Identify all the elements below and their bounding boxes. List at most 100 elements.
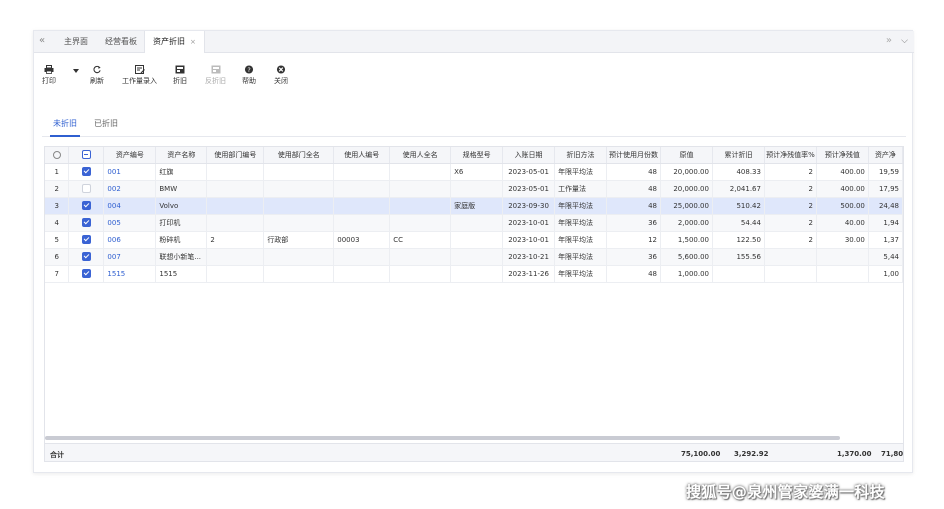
- refresh-button[interactable]: 刷新: [90, 65, 104, 86]
- reverse-depreciate-button[interactable]: 反折旧: [205, 65, 226, 86]
- column-header[interactable]: 预计净残值: [816, 147, 869, 164]
- sub-tabs: 未折旧 已折旧: [42, 113, 906, 137]
- depreciate-button[interactable]: 折旧: [173, 65, 187, 86]
- dept-name-cell: 行政部: [263, 231, 335, 249]
- chevron-down-icon[interactable]: ⌵: [901, 36, 908, 46]
- row-number: 1: [45, 163, 70, 181]
- row-number: 5: [45, 231, 70, 249]
- row-checkbox[interactable]: [81, 201, 91, 210]
- spec-cell: [450, 265, 504, 283]
- column-header[interactable]: 使用人全名: [389, 147, 452, 164]
- tab-home[interactable]: 主界面: [56, 31, 96, 53]
- row-checkbox[interactable]: [81, 167, 91, 176]
- row-checkbox-cell[interactable]: [68, 163, 105, 181]
- spec-cell: 家庭版: [450, 197, 504, 215]
- table-row[interactable]: 7 1515 1515 2023-11-26 年限平均法 48 1,000.00: [45, 265, 903, 283]
- column-header[interactable]: 折旧方法: [554, 147, 608, 164]
- asset-code-link[interactable]: 004: [103, 197, 157, 215]
- dept-name-cell: [263, 265, 335, 283]
- column-header[interactable]: 资产净: [868, 147, 903, 164]
- asset-code-link[interactable]: 007: [103, 248, 157, 266]
- row-checkbox-cell[interactable]: [68, 214, 105, 232]
- column-header[interactable]: 规格型号: [450, 147, 504, 164]
- spec-cell: [450, 180, 504, 198]
- total-net-value: 71,80: [881, 450, 904, 458]
- row-checkbox[interactable]: [81, 218, 91, 227]
- dept-code-cell: [206, 163, 265, 181]
- double-chevron-left-icon[interactable]: «: [39, 35, 45, 46]
- original-value-cell: 1,000.00: [660, 265, 713, 283]
- tab-depreciated[interactable]: 已折旧: [91, 118, 121, 137]
- row-checkbox[interactable]: [81, 235, 91, 244]
- asset-code-link[interactable]: 001: [103, 163, 157, 181]
- column-header[interactable]: 入账日期: [502, 147, 556, 164]
- net-value-cell: 5,44: [868, 248, 903, 266]
- months-cell: 48: [606, 163, 662, 181]
- asset-name-cell: Volvo: [155, 197, 208, 215]
- totals-label: 合计: [50, 451, 64, 459]
- close-tab-icon[interactable]: ×: [190, 38, 196, 46]
- help-button[interactable]: ? 帮助: [242, 65, 256, 86]
- table-row[interactable]: 2 002 BMW 2023-05-01 工作量法 48 20,000.00 2…: [45, 180, 903, 198]
- workload-entry-button[interactable]: 工作量录入: [122, 65, 157, 86]
- method-cell: 年限平均法: [554, 163, 608, 181]
- column-header[interactable]: 累计折旧: [712, 147, 765, 164]
- original-value-cell: 2,000.00: [660, 214, 713, 232]
- row-checkbox-cell[interactable]: [68, 180, 105, 198]
- method-cell: 年限平均法: [554, 231, 608, 249]
- column-header[interactable]: 使用部门编号: [206, 147, 265, 164]
- asset-code-link[interactable]: 1515: [103, 265, 157, 283]
- row-checkbox-cell[interactable]: [68, 248, 105, 266]
- refresh-icon: [93, 65, 101, 74]
- row-checkbox-cell[interactable]: [68, 231, 105, 249]
- column-header[interactable]: 预计使用月份数: [606, 147, 662, 164]
- row-checkbox-cell[interactable]: [68, 265, 105, 283]
- row-checkbox[interactable]: [81, 184, 91, 193]
- tab-dashboard[interactable]: 经营看板: [97, 31, 145, 53]
- print-dropdown-caret-icon[interactable]: [73, 69, 79, 73]
- table-row[interactable]: 6 007 联想小新笔... 2023-10-21 年限平均法 36 5,600…: [45, 248, 903, 266]
- table-row[interactable]: 3 004 Volvo 家庭版 2023-09-30 年限平均法 48 25,0…: [45, 197, 903, 215]
- print-button[interactable]: 打印: [42, 65, 56, 86]
- row-checkbox[interactable]: [81, 269, 91, 278]
- asset-code-link[interactable]: 005: [103, 214, 157, 232]
- column-header[interactable]: 预计净残值率%: [764, 147, 817, 164]
- gear-icon[interactable]: [52, 150, 61, 159]
- row-checkbox-cell[interactable]: [68, 197, 105, 215]
- table-row[interactable]: 1 001 红旗 X6 2023-05-01 年限平均法 48 20,000.0…: [45, 163, 903, 181]
- dept-name-cell: [263, 248, 335, 266]
- help-icon: ?: [244, 65, 254, 74]
- column-header[interactable]: 资产编号: [103, 147, 157, 164]
- row-number: 2: [45, 180, 70, 198]
- horizontal-scrollbar[interactable]: [45, 436, 840, 440]
- tab-not-depreciated[interactable]: 未折旧: [50, 118, 80, 137]
- column-header[interactable]: 资产名称: [155, 147, 208, 164]
- table-row[interactable]: 5 006 粉碎机 2 行政部 00003 CC 2023-10-01 年限平均…: [45, 231, 903, 249]
- dept-code-cell: [206, 265, 265, 283]
- dept-name-cell: [263, 180, 335, 198]
- close-button[interactable]: 关闭: [274, 65, 288, 86]
- accum-depreciation-cell: 155.56: [712, 248, 765, 266]
- accum-depreciation-cell: 122.50: [712, 231, 765, 249]
- residual-value-cell: 400.00: [816, 163, 869, 181]
- column-header[interactable]: 使用人编号: [333, 147, 391, 164]
- select-all-cell[interactable]: [68, 147, 105, 164]
- table-row[interactable]: 4 005 打印机 2023-10-01 年限平均法 36 2,000.00 5…: [45, 214, 903, 232]
- app-window: « 主界面 经营看板 资产折旧 × » ⌵ 打印 刷新 工作量录入 折旧 反折旧 …: [33, 30, 914, 473]
- tab-asset-depreciation[interactable]: 资产折旧 ×: [144, 31, 205, 53]
- accum-depreciation-cell: 54.44: [712, 214, 765, 232]
- asset-code-link[interactable]: 002: [103, 180, 157, 198]
- net-value-cell: 1,94: [868, 214, 903, 232]
- months-cell: 48: [606, 265, 662, 283]
- row-checkbox[interactable]: [81, 252, 91, 261]
- user-code-cell: 00003: [333, 231, 391, 249]
- asset-name-cell: 1515: [155, 265, 208, 283]
- asset-code-link[interactable]: 006: [103, 231, 157, 249]
- column-settings-cell[interactable]: [45, 147, 70, 164]
- select-all-checkbox[interactable]: [81, 150, 91, 160]
- double-chevron-right-icon[interactable]: »: [886, 35, 892, 46]
- column-header[interactable]: 使用部门全名: [263, 147, 335, 164]
- column-header[interactable]: 原值: [660, 147, 713, 164]
- asset-name-cell: 打印机: [155, 214, 208, 232]
- depreciate-label: 折旧: [173, 77, 187, 85]
